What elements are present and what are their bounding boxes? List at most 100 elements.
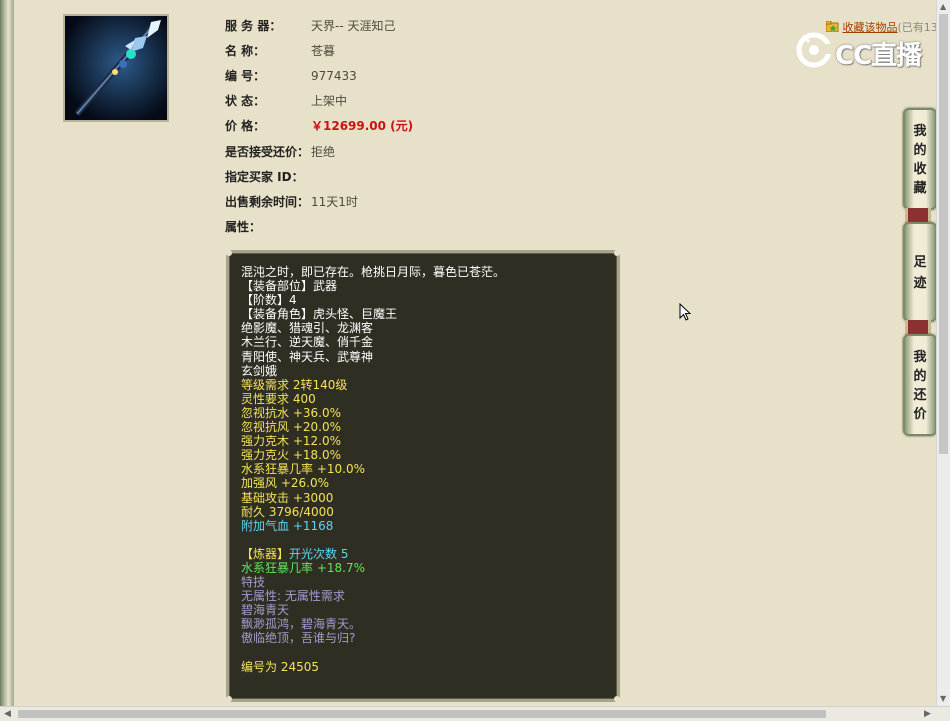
id-value: 977433 — [311, 69, 357, 83]
horizontal-scrollbar[interactable]: ◀ ▶ — [0, 706, 950, 721]
bargain-label: 是否接受还价： — [225, 145, 310, 159]
cc-logo-icon — [796, 32, 833, 68]
attribute-panel: 混沌之时，即已存在。枪挑日月际，暮色已苍茫。 【装备部位】武器 【阶数】4 【装备角色… — [226, 250, 620, 702]
attribute-text: 傲临绝顶，吾谁与归? — [241, 631, 356, 646]
status-value: 上架中 — [311, 94, 348, 108]
side-tab-char: 的 — [913, 369, 927, 384]
attr-label: 属性： — [225, 220, 262, 234]
server-value: 天界-- 天涯知己 — [311, 19, 396, 33]
attribute-line: 【装备角色】虎头怪、巨魔王 — [241, 307, 505, 321]
server-row: 服 务 器： 天界-- 天涯知己 — [225, 16, 395, 36]
attribute-text: 基础攻击 +3000 — [241, 490, 334, 505]
side-tab-char: 迹 — [913, 276, 927, 291]
left-frame-border — [0, 0, 14, 706]
attribute-text: 绝影魔、猎魂引、龙渊客 — [241, 321, 374, 336]
remaining-row: 出售剩余时间： 11天1时 — [225, 192, 358, 212]
buyer-label: 指定买家 ID： — [225, 170, 304, 184]
side-tab-char: 我 — [913, 350, 927, 365]
attribute-text: 水系狂暴几率 +10.0% — [241, 462, 365, 477]
name-value: 苍暮 — [311, 44, 336, 58]
attribute-line: 木兰行、逆天魔、俏千金 — [241, 335, 505, 349]
attribute-text: 耐久 3796/4000 — [241, 504, 334, 519]
side-tab-char: 收 — [913, 162, 927, 177]
side-tab-char: 还 — [913, 388, 927, 403]
bargain-row: 是否接受还价： 拒绝 — [225, 142, 335, 162]
attribute-line: 耐久 3796/4000 — [241, 505, 505, 519]
attr-row: 属性： — [225, 217, 261, 237]
price-label: 价 格： — [225, 119, 266, 133]
attribute-extra-text: 开光次数 5 — [289, 546, 349, 561]
side-tab-my-favorites[interactable]: 我 的 收 藏 — [903, 108, 937, 210]
remaining-value: 11天1时 — [311, 195, 358, 209]
side-tab-footprint[interactable]: 足 迹 — [903, 222, 937, 322]
attribute-text: 青阳使、神天兵、武尊神 — [241, 349, 374, 364]
attribute-text: 附加气血 +1168 — [241, 518, 334, 533]
status-row: 状 态： 上架中 — [225, 91, 347, 111]
side-tab-char: 藏 — [913, 181, 927, 196]
panel-corner — [226, 696, 232, 702]
attribute-text: 【装备角色】虎头怪、巨魔王 — [241, 307, 398, 322]
attribute-line: 忽视抗水 +36.0% — [241, 406, 505, 420]
attribute-text: 无属性: 无属性需求 — [241, 589, 345, 604]
attribute-line: 加强风 +26.0% — [241, 476, 505, 490]
bargain-value: 拒绝 — [311, 145, 336, 159]
attribute-line: 飘渺孤鸿，碧海青天。 — [241, 617, 505, 631]
attribute-line: 【阶数】4 — [241, 293, 505, 307]
buyer-row: 指定买家 ID： — [225, 167, 311, 187]
horizontal-scroll-thumb[interactable] — [18, 710, 826, 718]
attribute-line: 【炼器】开光次数 5 — [241, 547, 505, 561]
attribute-text: 混沌之时，即已存在。枪挑日月际，暮色已苍茫。 — [241, 265, 506, 279]
attribute-line: 基础攻击 +3000 — [241, 491, 505, 505]
scroll-down-icon[interactable]: ▼ — [940, 694, 946, 703]
scroll-left-icon[interactable]: ◀ — [4, 709, 11, 719]
id-label: 编 号： — [225, 69, 266, 83]
panel-corner — [614, 696, 620, 702]
vertical-scroll-thumb[interactable] — [939, 14, 948, 454]
attribute-line: 青阳使、神天兵、武尊神 — [241, 350, 505, 364]
attribute-line: 混沌之时，即已存在。枪挑日月际，暮色已苍茫。 — [241, 265, 505, 279]
attribute-text: 等级需求 2转140级 — [241, 377, 348, 392]
attribute-line: 【装备部位】武器 — [241, 279, 505, 293]
spear-icon — [65, 16, 167, 120]
attribute-line: 等级需求 2转140级 — [241, 378, 505, 392]
attribute-text: 忽视抗风 +20.0% — [241, 420, 341, 435]
attribute-text: 飘渺孤鸿，碧海青天。 — [241, 617, 362, 632]
attribute-text: 强力克木 +12.0% — [241, 434, 341, 449]
attribute-text: 木兰行、逆天魔、俏千金 — [241, 335, 374, 350]
scroll-right-icon[interactable]: ▶ — [924, 709, 931, 719]
item-thumbnail — [63, 14, 169, 122]
side-tab-my-bargains[interactable]: 我 的 还 价 — [903, 334, 937, 436]
panel-corner — [226, 250, 232, 256]
vertical-scrollbar[interactable]: ▲ ▼ — [936, 0, 950, 706]
attribute-text: 特技 — [241, 575, 266, 590]
server-label: 服 务 器： — [225, 19, 282, 33]
attribute-text: 【阶数】4 — [241, 293, 297, 308]
attribute-line: 灵性要求 400 — [241, 392, 505, 406]
attribute-line: 特技 — [241, 575, 505, 589]
attribute-line — [241, 646, 505, 660]
name-row: 名 称： 苍暮 — [225, 41, 335, 61]
attribute-text: 灵性要求 400 — [241, 391, 316, 406]
attribute-line: 水系狂暴几率 +10.0% — [241, 462, 505, 476]
attribute-line: 强力克木 +12.0% — [241, 434, 505, 448]
attribute-line: 绝影魔、猎魂引、龙渊客 — [241, 321, 505, 335]
attribute-text: 碧海青天 — [241, 603, 290, 618]
attribute-text: 【炼器】 — [241, 546, 290, 561]
price-row: 价 格： ￥12699.00 (元) — [225, 116, 413, 136]
attribute-line — [241, 533, 505, 547]
attribute-text: 强力克火 +18.0% — [241, 448, 341, 463]
attribute-line: 忽视抗风 +20.0% — [241, 420, 505, 434]
logo-text: CC直播 — [835, 41, 922, 71]
remaining-label: 出售剩余时间： — [225, 195, 310, 209]
side-tab-char: 价 — [913, 407, 927, 422]
attribute-line: 附加气血 +1168 — [241, 519, 505, 533]
attribute-text: 加强风 +26.0% — [241, 476, 329, 491]
price-value: ￥12699.00 (元) — [311, 119, 414, 133]
attribute-line: 玄剑娥 — [241, 364, 505, 378]
attribute-line: 碧海青天 — [241, 603, 505, 617]
attribute-text: 【装备部位】武器 — [241, 279, 338, 294]
scroll-up-icon[interactable]: ▲ — [940, 2, 946, 11]
cc-live-logo: CC直播 — [795, 30, 925, 71]
side-tab-char: 的 — [913, 143, 927, 158]
attribute-line: 编号为 24505 — [241, 660, 505, 674]
